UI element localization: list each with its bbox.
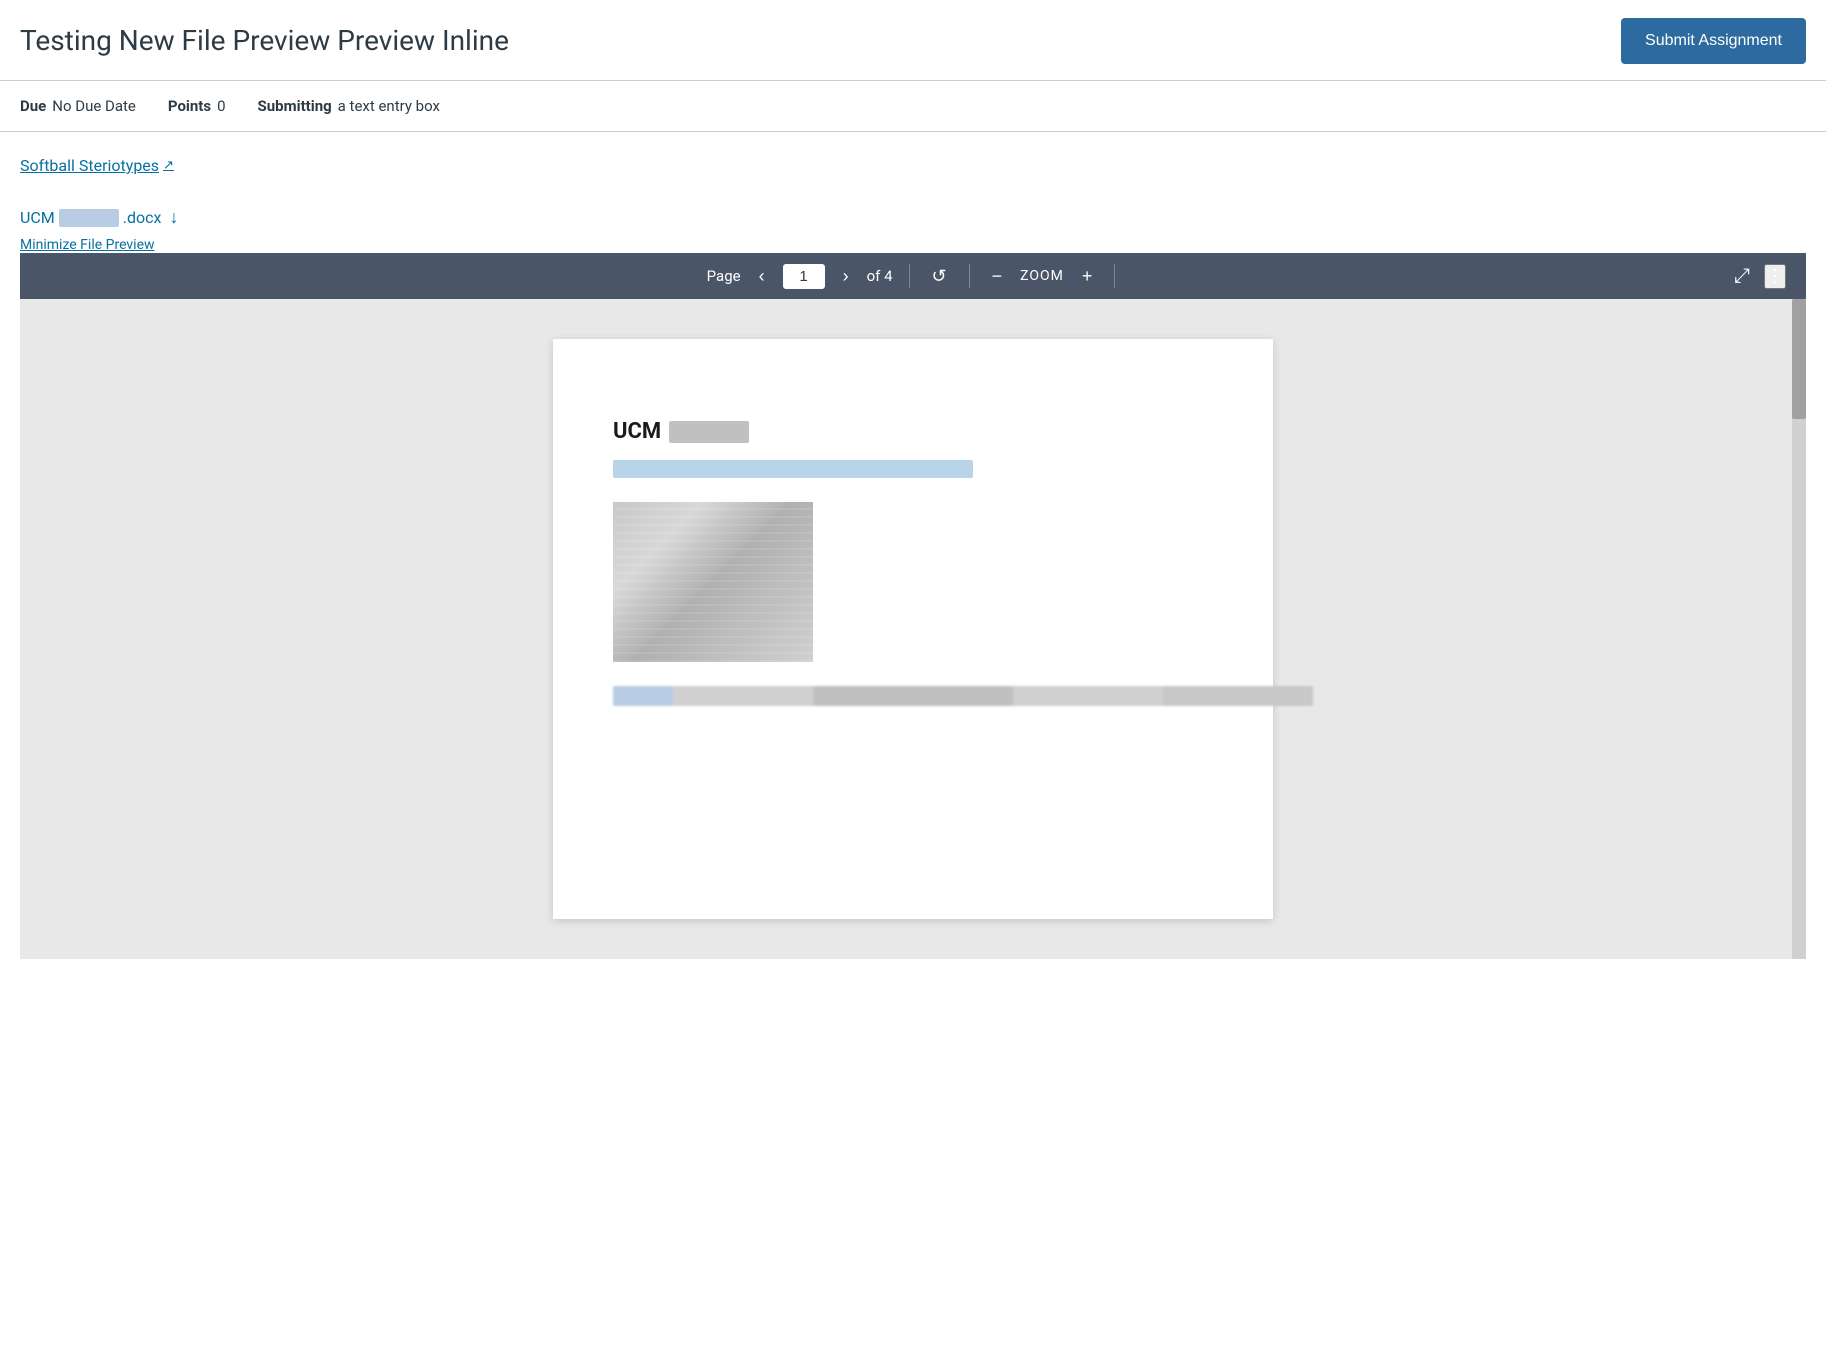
points-label: Points [168,97,211,115]
meta-row: Due No Due Date Points 0 Submitting a te… [0,81,1826,132]
softball-link-text: Softball Steriotypes [20,156,159,175]
toolbar-separator-3 [1114,264,1115,288]
download-icon[interactable]: ↓ [169,207,178,228]
scrollbar-track[interactable] [1792,299,1806,959]
more-options-button[interactable]: ⋮ [1764,264,1786,289]
minimize-file-preview-link[interactable]: Minimize File Preview [20,237,155,253]
zoom-out-button[interactable]: − [986,263,1009,289]
submitting-meta: Submitting a text entry box [258,97,440,115]
page-label: Page [707,267,741,285]
doc-ucm-text: UCM [613,419,661,444]
document-preview: UCM [553,339,1273,919]
file-section: UCM .docx ↓ Minimize File Preview Page ‹ … [20,207,1806,959]
softball-steriotypes-link[interactable]: Softball Steriotypes ↗ [20,156,174,175]
due-meta: Due No Due Date [20,97,136,115]
zoom-in-button[interactable]: + [1076,263,1099,289]
page-title: Testing New File Preview Preview Inline [20,24,509,58]
doc-url-placeholder [613,460,973,478]
points-value: 0 [217,97,225,115]
page-header: Testing New File Preview Preview Inline … [0,0,1826,81]
content-area: Softball Steriotypes ↗ UCM .docx ↓ Minimi… [0,132,1826,983]
viewer-toolbar: Page ‹ › of 4 ↺ − ZOOM + ⤢ ⋮ [20,253,1806,299]
rotate-button[interactable]: ↺ [926,263,953,289]
expand-button[interactable]: ⤢ [1734,265,1750,288]
submitting-value: a text entry box [338,97,440,115]
due-label: Due [20,97,46,115]
zoom-label: ZOOM [1020,268,1064,284]
file-link-row: UCM .docx ↓ [20,207,1806,228]
doc-content-blurred [613,686,1313,706]
external-link-icon: ↗ [163,158,174,173]
doc-header: UCM [613,419,1213,444]
doc-redacted-name [669,421,749,443]
points-meta: Points 0 [168,97,226,115]
toolbar-separator-1 [909,264,910,288]
file-extension: .docx [123,208,162,227]
due-value: No Due Date [52,97,136,115]
page-number-input[interactable] [783,264,825,289]
file-download-link[interactable]: UCM .docx [20,208,161,227]
prev-page-button[interactable]: ‹ [753,263,771,289]
scrollbar-thumb[interactable] [1792,299,1806,419]
file-name-prefix: UCM [20,208,55,227]
toolbar-separator-2 [969,264,970,288]
file-viewer-area: UCM [20,299,1806,959]
next-page-button[interactable]: › [837,263,855,289]
redacted-filename [59,209,119,227]
submitting-label: Submitting [258,97,332,115]
submit-assignment-button[interactable]: Submit Assignment [1621,18,1806,64]
doc-image-blurred [613,502,813,662]
of-pages-label: of 4 [867,267,893,285]
